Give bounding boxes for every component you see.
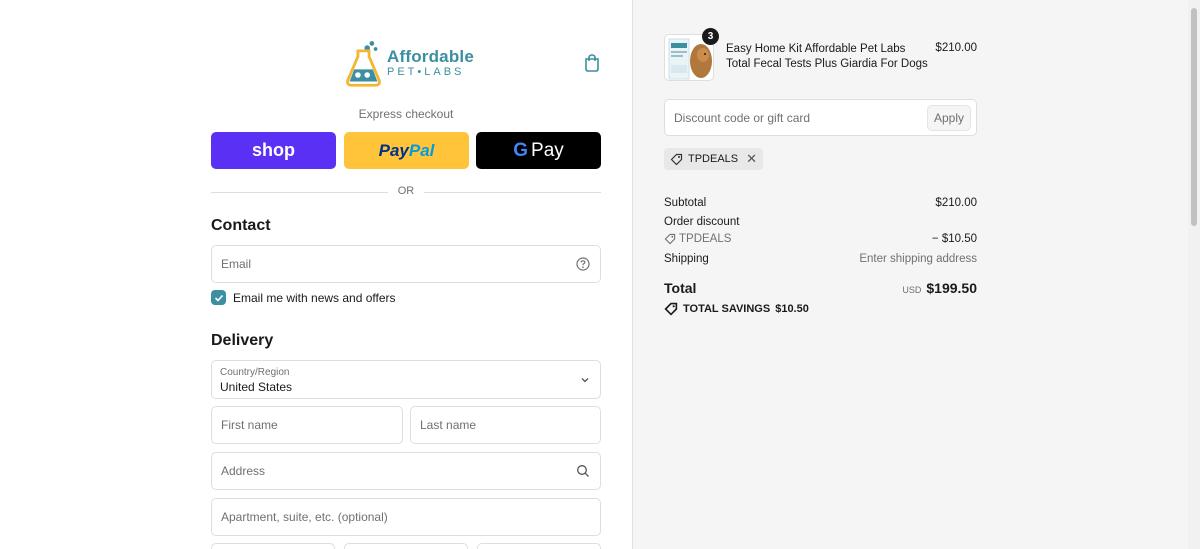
discount-field: Apply — [664, 99, 977, 136]
discount-input[interactable] — [665, 100, 920, 135]
paypal-label: PayPal — [379, 141, 435, 161]
tag-icon — [664, 233, 676, 245]
first-name-placeholder: First name — [221, 418, 278, 432]
tag-icon — [664, 302, 678, 316]
product-name: Easy Home Kit Affordable Pet Labs Total … — [726, 43, 928, 70]
product-price: $210.00 — [935, 42, 977, 54]
country-value: United States — [220, 380, 293, 394]
total-label: Total — [664, 280, 697, 296]
quantity-badge: 3 — [702, 28, 719, 45]
savings-label: TOTAL SAVINGS — [683, 303, 771, 315]
address-field[interactable]: Address — [211, 452, 601, 490]
paypal-label-pay: Pay — [378, 140, 409, 160]
discount-code-label: TPDEALS — [664, 233, 977, 245]
email-placeholder: Email — [221, 257, 252, 271]
apply-button[interactable]: Apply — [927, 105, 971, 131]
email-field[interactable]: Email — [211, 245, 601, 283]
total-value-group: USD $199.50 — [902, 280, 977, 296]
brand-subname: PET•LABS — [387, 65, 465, 78]
google-g-icon: G — [513, 139, 529, 161]
applied-discount-chip: TPDEALS ✕ — [664, 148, 764, 170]
first-name-field[interactable]: First name — [211, 406, 403, 444]
currency-code: USD — [902, 285, 922, 295]
newsletter-row: Email me with news and offers — [211, 290, 396, 305]
order-discount-label: Order discount — [664, 216, 740, 228]
brand-name: Affordable — [387, 46, 474, 66]
google-pay-label: Pay — [531, 139, 564, 161]
question-circle-icon[interactable] — [576, 257, 590, 271]
savings-value: $10.50 — [775, 303, 809, 315]
total-savings: TOTAL SAVINGS $10.50 — [664, 302, 809, 316]
city-field[interactable] — [211, 543, 335, 549]
shopping-bag-icon[interactable] — [582, 53, 602, 73]
google-pay-button[interactable]: G Pay — [476, 132, 601, 169]
address-placeholder: Address — [221, 464, 266, 478]
chevron-down-icon — [581, 377, 589, 382]
last-name-field[interactable]: Last name — [410, 406, 601, 444]
country-select[interactable]: Country/Region United States — [211, 360, 601, 399]
remove-discount-icon[interactable]: ✕ — [746, 151, 757, 167]
divider-left — [211, 192, 388, 193]
or-separator: OR — [211, 185, 601, 199]
paypal-button[interactable]: PayPal — [344, 132, 469, 169]
applied-code: TPDEALS — [688, 153, 739, 165]
total-value: $199.50 — [926, 280, 977, 296]
flask-logo-icon — [346, 41, 381, 87]
subtotal-value: $210.00 — [935, 197, 977, 209]
or-label: OR — [397, 185, 415, 197]
newsletter-label: Email me with news and offers — [233, 290, 396, 305]
order-summary-panel — [632, 0, 1188, 549]
total-row: Total USD $199.50 — [664, 280, 977, 300]
state-field[interactable] — [344, 543, 468, 549]
last-name-placeholder: Last name — [420, 418, 477, 432]
express-checkout-label: Express checkout — [358, 107, 454, 121]
shipping-value: Enter shipping address — [859, 253, 977, 265]
divider-right — [424, 192, 601, 193]
shop-pay-label: shop — [252, 140, 295, 160]
paypal-label-pal: Pal — [408, 140, 435, 160]
apartment-placeholder: Apartment, suite, etc. (optional) — [221, 510, 388, 524]
checkout-form-panel: Affordable PET•LABS Express checkout sho… — [0, 0, 632, 549]
shipping-label: Shipping — [664, 253, 709, 265]
country-label: Country/Region — [220, 367, 290, 378]
delivery-heading: Delivery — [211, 332, 274, 349]
discount-code-row: TPDEALS − $10.50 — [664, 233, 977, 245]
search-icon[interactable] — [576, 464, 590, 478]
shop-pay-button[interactable]: shop — [211, 132, 336, 169]
contact-heading: Contact — [211, 217, 271, 234]
order-discount-row: Order discount — [664, 216, 977, 228]
tag-icon — [670, 153, 683, 165]
scrollbar-thumb[interactable] — [1191, 8, 1197, 226]
shipping-row: Shipping Enter shipping address — [664, 253, 977, 265]
newsletter-checkbox[interactable] — [211, 290, 226, 305]
apartment-field[interactable]: Apartment, suite, etc. (optional) — [211, 498, 601, 536]
zip-field[interactable] — [477, 543, 601, 549]
subtotal-row: Subtotal $210.00 — [664, 197, 977, 209]
page-scrollbar[interactable] — [1188, 0, 1200, 549]
brand-logo[interactable]: Affordable PET•LABS — [344, 34, 474, 90]
discount-value: − $10.50 — [931, 233, 977, 245]
checkmark-icon — [214, 294, 223, 302]
subtotal-label: Subtotal — [664, 197, 707, 209]
